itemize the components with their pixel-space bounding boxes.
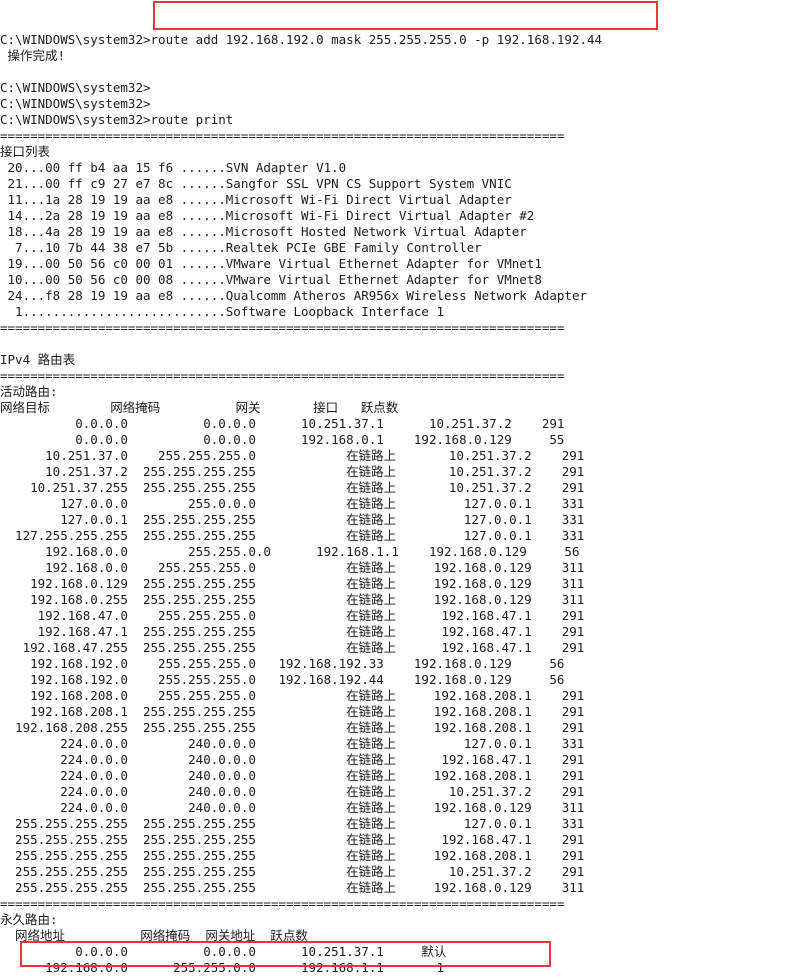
console-line: 224.0.0.0 240.0.0.0 在链路上 192.168.208.1 2… <box>0 768 585 783</box>
terminal-window[interactable]: C:\WINDOWS\system32>route add 192.168.19… <box>0 0 787 977</box>
console-line: 11...1a 28 19 19 aa e8 ......Microsoft W… <box>0 192 512 207</box>
console-line: 224.0.0.0 240.0.0.0 在链路上 192.168.0.129 3… <box>0 800 585 815</box>
console-line: 192.168.47.255 255.255.255.255 在链路上 192.… <box>0 640 585 655</box>
console-line: IPv4 路由表 <box>0 352 76 367</box>
console-line: C:\WINDOWS\system32> <box>0 96 151 111</box>
console-line: C:\WINDOWS\system32> <box>0 80 151 95</box>
console-line: 192.168.0.129 255.255.255.255 在链路上 192.1… <box>0 576 585 591</box>
console-line: 255.255.255.255 255.255.255.255 在链路上 10.… <box>0 864 585 879</box>
console-line: 活动路由: <box>0 384 58 399</box>
console-line: 224.0.0.0 240.0.0.0 在链路上 192.168.47.1 29… <box>0 752 585 767</box>
console-line: 18...4a 28 19 19 aa e8 ......Microsoft H… <box>0 224 527 239</box>
console-line: 10.251.37.255 255.255.255.255 在链路上 10.25… <box>0 480 585 495</box>
console-line: 10...00 50 56 c0 00 08 ......VMware Virt… <box>0 272 542 287</box>
console-line: 0.0.0.0 0.0.0.0 192.168.0.1 192.168.0.12… <box>0 432 565 447</box>
console-line: 24...f8 28 19 19 aa e8 ......Qualcomm At… <box>0 288 587 303</box>
console-line: 192.168.192.0 255.255.255.0 192.168.192.… <box>0 656 565 671</box>
console-line: 192.168.0.0 255.255.255.0 在链路上 192.168.0… <box>0 560 585 575</box>
console-output: C:\WINDOWS\system32>route add 192.168.19… <box>0 32 787 977</box>
console-line: 192.168.47.0 255.255.255.0 在链路上 192.168.… <box>0 608 585 623</box>
console-line: C:\WINDOWS\system32>route add 192.168.19… <box>0 32 603 47</box>
console-line: ========================================… <box>0 128 565 143</box>
console-line: 192.168.0.0 255.255.0.0 192.168.1.1 192.… <box>0 544 580 559</box>
console-line: 1...........................Software Loo… <box>0 304 445 319</box>
console-line: 10.251.37.0 255.255.255.0 在链路上 10.251.37… <box>0 448 585 463</box>
console-line: C:\WINDOWS\system32>route print <box>0 112 234 127</box>
console-line: 192.168.0.255 255.255.255.255 在链路上 192.1… <box>0 592 585 607</box>
console-line: 127.0.0.0 255.0.0.0 在链路上 127.0.0.1 331 <box>0 496 585 511</box>
console-line: 224.0.0.0 240.0.0.0 在链路上 10.251.37.2 291 <box>0 784 585 799</box>
console-line: 255.255.255.255 255.255.255.255 在链路上 192… <box>0 832 585 847</box>
console-line: 192.168.47.1 255.255.255.255 在链路上 192.16… <box>0 624 585 639</box>
console-line: 10.251.37.2 255.255.255.255 在链路上 10.251.… <box>0 464 585 479</box>
console-line: ========================================… <box>0 896 565 911</box>
console-line: 永久路由: <box>0 912 58 927</box>
highlight-persistent-route-row <box>20 941 551 967</box>
console-line: 网络目标 网络掩码 网关 接口 跃点数 <box>0 400 399 415</box>
console-line: 接口列表 <box>0 144 51 159</box>
console-line: ========================================… <box>0 320 565 335</box>
console-line: 192.168.208.1 255.255.255.255 在链路上 192.1… <box>0 704 585 719</box>
console-line: ========================================… <box>0 368 565 383</box>
console-line: 255.255.255.255 255.255.255.255 在链路上 127… <box>0 816 585 831</box>
console-line: 20...00 ff b4 aa 15 f6 ......SVN Adapter… <box>0 160 347 175</box>
console-line: 19...00 50 56 c0 00 01 ......VMware Virt… <box>0 256 542 271</box>
console-line: 127.0.0.1 255.255.255.255 在链路上 127.0.0.1… <box>0 512 585 527</box>
console-line: 255.255.255.255 255.255.255.255 在链路上 192… <box>0 880 585 895</box>
highlight-route-add-command <box>153 1 658 30</box>
console-line: 127.255.255.255 255.255.255.255 在链路上 127… <box>0 528 585 543</box>
console-line: 192.168.192.0 255.255.255.0 192.168.192.… <box>0 672 565 687</box>
console-line: 192.168.208.0 255.255.255.0 在链路上 192.168… <box>0 688 585 703</box>
console-line: 操作完成! <box>0 48 66 63</box>
console-line: 14...2a 28 19 19 aa e8 ......Microsoft W… <box>0 208 535 223</box>
console-line: 224.0.0.0 240.0.0.0 在链路上 127.0.0.1 331 <box>0 736 585 751</box>
console-line: 255.255.255.255 255.255.255.255 在链路上 192… <box>0 848 585 863</box>
console-line: 21...00 ff c9 27 e7 8c ......Sangfor SSL… <box>0 176 512 191</box>
console-line: 192.168.208.255 255.255.255.255 在链路上 192… <box>0 720 585 735</box>
console-line: 7...10 7b 44 38 e7 5b ......Realtek PCIe… <box>0 240 482 255</box>
console-line: 0.0.0.0 0.0.0.0 10.251.37.1 10.251.37.2 … <box>0 416 565 431</box>
